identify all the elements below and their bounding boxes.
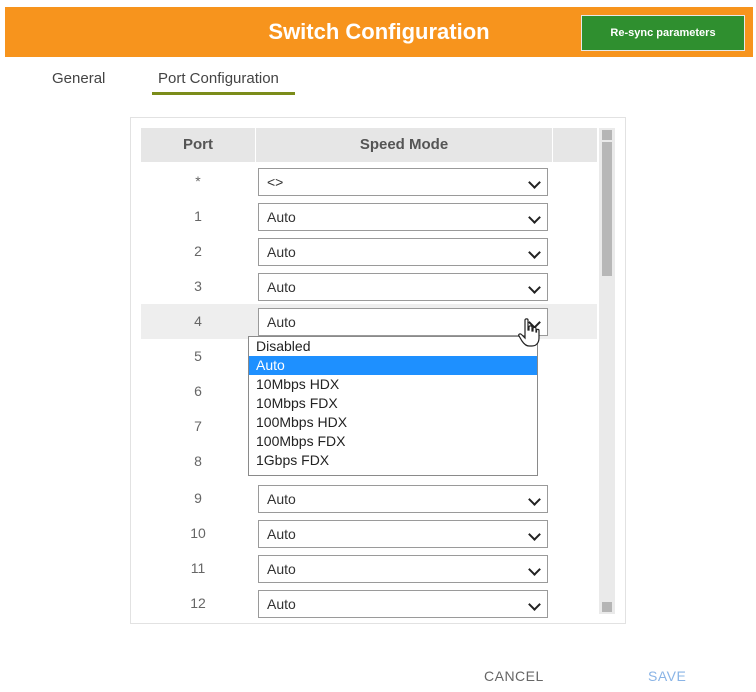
dropdown-option-10mbps-fdx[interactable]: 10Mbps FDX [249,394,537,413]
port-number: 5 [194,348,202,364]
chevron-down-icon [528,246,541,259]
speed-mode-dropdown-list: Disabled Auto 10Mbps HDX 10Mbps FDX 100M… [248,336,538,476]
port-number: * [195,173,201,189]
speed-mode-value: Auto [267,244,296,260]
resync-parameters-button[interactable]: Re-sync parameters [581,15,745,51]
speed-mode-select[interactable]: Auto [258,520,548,548]
app-header: Switch Configuration Re-sync parameters [5,7,753,57]
scroll-up-arrow-icon[interactable] [602,130,612,140]
speed-mode-select[interactable]: Auto [258,555,548,583]
tab-port-configuration[interactable]: Port Configuration [158,70,279,87]
hand-cursor-icon [518,318,540,347]
table-row: 1 Auto [141,199,597,234]
scroll-down-arrow-icon[interactable] [602,602,612,612]
chevron-down-icon [528,493,541,506]
save-button[interactable]: SAVE [648,668,686,684]
dropdown-option-disabled[interactable]: Disabled [249,337,537,356]
dropdown-option-100mbps-hdx[interactable]: 100Mbps HDX [249,413,537,432]
chevron-down-icon [528,563,541,576]
column-header-port: Port [183,136,213,153]
port-number: 6 [194,383,202,399]
chevron-down-icon [528,598,541,611]
speed-mode-select-open[interactable]: Auto [258,308,548,336]
speed-mode-select[interactable]: <> [258,168,548,196]
table-row: 12 Auto [141,586,597,621]
table-row: 11 Auto [141,551,597,586]
chevron-down-icon [528,211,541,224]
active-tab-indicator [152,92,295,95]
cancel-button[interactable]: CANCEL [484,668,544,684]
speed-mode-value: <> [267,174,284,190]
scrollbar-thumb[interactable] [602,142,612,276]
speed-mode-select[interactable]: Auto [258,485,548,513]
port-number: 2 [194,243,202,259]
port-number: 10 [190,525,206,541]
speed-mode-value: Auto [267,561,296,577]
speed-mode-select[interactable]: Auto [258,238,548,266]
table-row: 3 Auto [141,269,597,304]
dropdown-option-1gbps-fdx[interactable]: 1Gbps FDX [249,451,537,470]
port-number: 3 [194,278,202,294]
port-number: 4 [194,313,202,329]
chevron-down-icon [528,281,541,294]
speed-mode-value: Auto [267,209,296,225]
speed-mode-select[interactable]: Auto [258,590,548,618]
speed-mode-value: Auto [267,314,296,330]
column-header-speed-mode: Speed Mode [255,128,553,162]
speed-mode-value: Auto [267,596,296,612]
table-row: 2 Auto [141,234,597,269]
port-number: 9 [194,490,202,506]
table-row: 10 Auto [141,516,597,551]
port-number: 8 [194,453,202,469]
port-number: 11 [190,560,206,576]
table-header: Port Speed Mode [141,128,597,162]
dropdown-option-10mbps-hdx[interactable]: 10Mbps HDX [249,375,537,394]
speed-mode-value: Auto [267,491,296,507]
speed-mode-select[interactable]: Auto [258,273,548,301]
speed-mode-value: Auto [267,279,296,295]
chevron-down-icon [528,176,541,189]
dropdown-option-100mbps-fdx[interactable]: 100Mbps FDX [249,432,537,451]
tab-general[interactable]: General [52,70,105,87]
table-row: 9 Auto [141,481,597,516]
port-number: 1 [194,208,202,224]
dropdown-option-auto[interactable]: Auto [249,356,537,375]
port-number: 12 [190,595,206,611]
port-number: 7 [194,418,202,434]
table-row: * <> [141,164,597,199]
chevron-down-icon [528,528,541,541]
speed-mode-value: Auto [267,526,296,542]
vertical-scrollbar[interactable] [599,128,615,614]
speed-mode-select[interactable]: Auto [258,203,548,231]
